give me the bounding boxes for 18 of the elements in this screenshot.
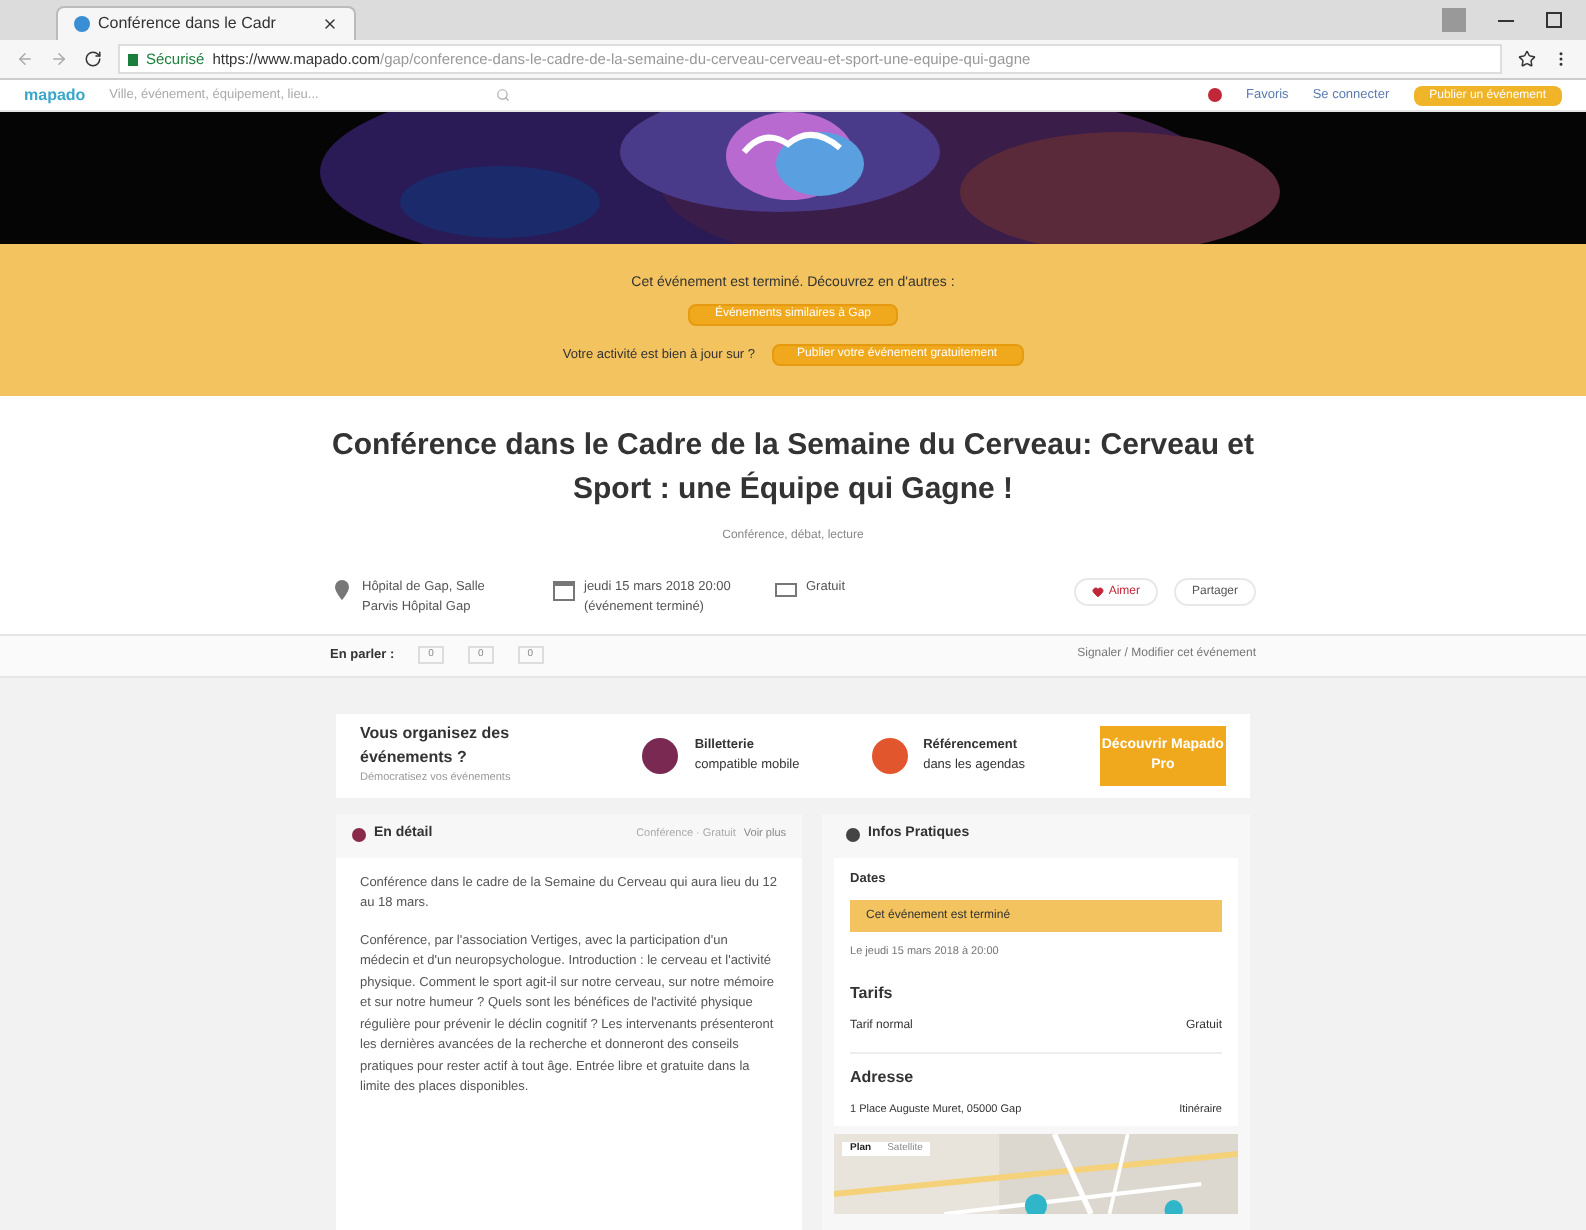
reload-icon[interactable] (84, 50, 102, 68)
detail-icon (352, 828, 366, 842)
tab-title: Conférence dans le Cadr (98, 12, 276, 36)
tarifs-heading: Tarifs (850, 981, 895, 1005)
event-title: Conférence dans le Cadre de la Semaine du Cerveau: Cerveau et Sport : une Équipe qui Gagne ! (330, 426, 1256, 510)
location-pin-icon (330, 578, 354, 602)
ticket-icon (774, 578, 798, 602)
star-icon[interactable] (1518, 50, 1536, 68)
site-logo[interactable]: mapado (24, 83, 86, 107)
restore-icon[interactable] (1546, 12, 1562, 28)
search-icon (495, 88, 510, 102)
minimize-icon[interactable] (1498, 19, 1514, 21)
calendar-icon (552, 578, 576, 602)
close-icon[interactable] (322, 16, 338, 32)
info-icon (846, 828, 861, 842)
promo-title: Vous organisez des événements ? (360, 722, 512, 771)
address-heading: Adresse (850, 1065, 916, 1089)
browser-tab[interactable]: Conférence dans le Cadr (56, 6, 356, 40)
